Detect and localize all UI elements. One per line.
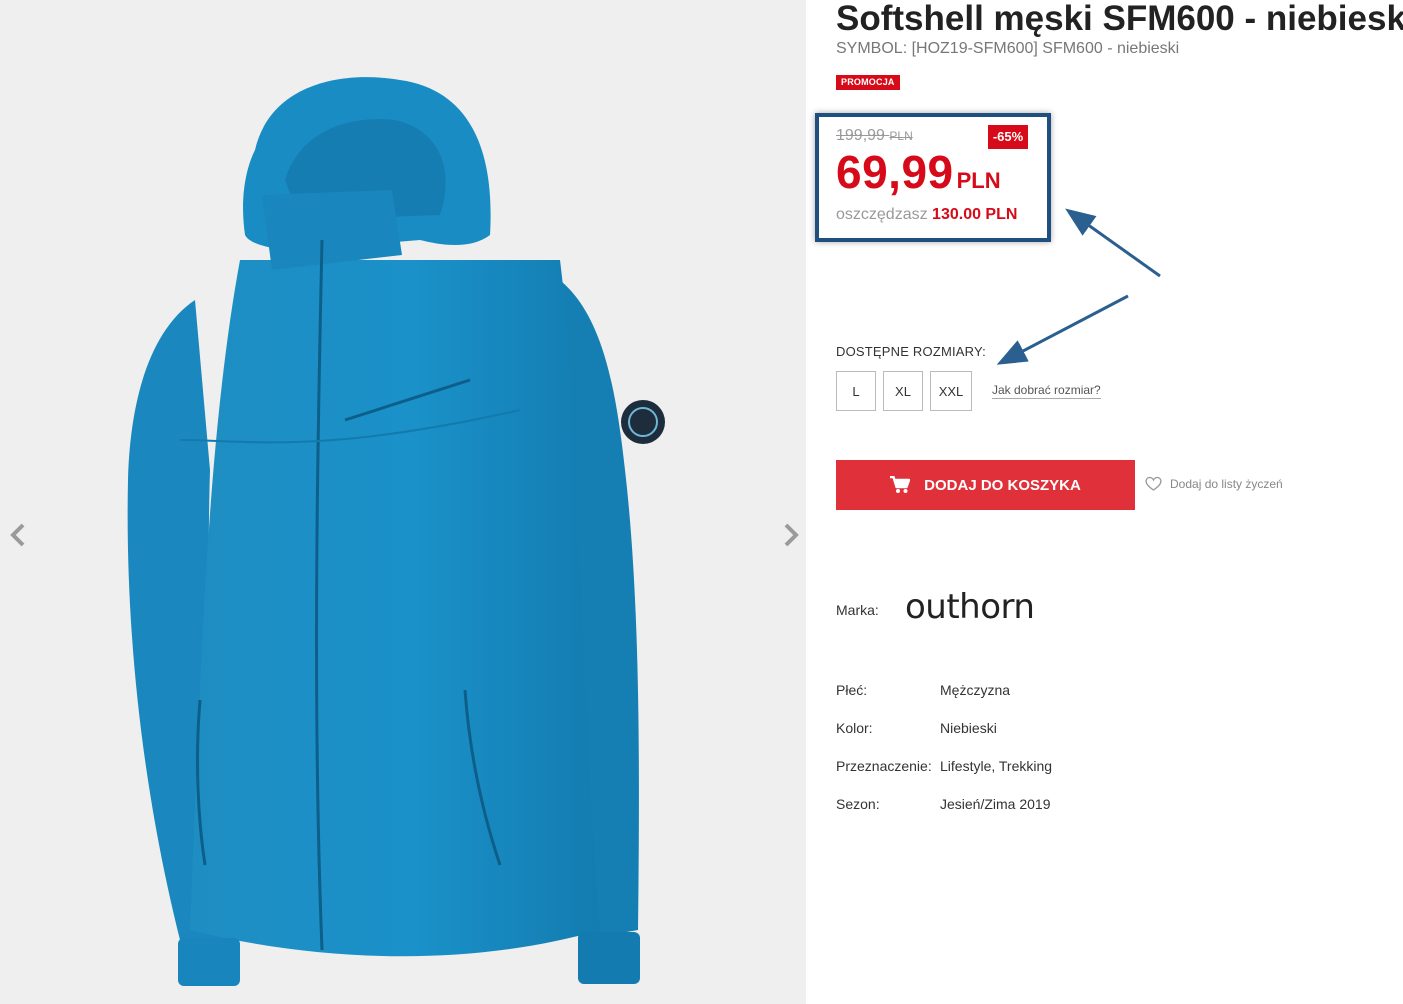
old-price-currency: PLN (889, 129, 913, 143)
savings-text: oszczędzasz 130.00 PLN (836, 206, 1017, 224)
size-option-xxl[interactable]: XXL (930, 371, 972, 411)
product-title: Softshell męski SFM600 - niebieski (836, 0, 1403, 38)
gallery-next-button[interactable] (776, 520, 806, 550)
attr-purpose-value: Lifestyle, Trekking (940, 758, 1053, 774)
attr-purpose-key: Przeznaczenie: (836, 758, 932, 774)
chevron-right-icon (784, 523, 799, 547)
attr-season-key: Sezon: (836, 796, 880, 812)
attr-color-key: Kolor: (836, 720, 873, 736)
chevron-left-icon (10, 523, 25, 547)
size-option-l[interactable]: L (836, 371, 876, 411)
heart-icon (1145, 476, 1162, 491)
annotation-arrow-sizes (996, 294, 1129, 365)
promo-badge: PROMOCJA (836, 75, 900, 90)
wishlist-label: Dodaj do listy życzeń (1170, 476, 1283, 491)
new-price-value: 69,99 (836, 146, 954, 198)
new-price-currency: PLN (956, 168, 1001, 193)
annotation-arrow-price (1065, 208, 1161, 278)
brand-label: Marka: (836, 602, 879, 618)
product-symbol: SYMBOL: [HOZ19-SFM600] SFM600 - niebiesk… (836, 40, 1180, 57)
attr-gender-key: Płeć: (836, 682, 868, 698)
sizes-label: DOSTĘPNE ROZMIARY: (836, 344, 986, 359)
cart-icon (890, 476, 911, 493)
brand-logo[interactable]: outhorn (905, 587, 1035, 627)
gallery-prev-button[interactable] (3, 520, 33, 550)
wishlist-link[interactable]: Dodaj do listy życzeń (1145, 476, 1283, 491)
product-jacket-image (127, 77, 665, 986)
add-to-cart-label: DODAJ DO KOSZYKA (924, 476, 1081, 494)
size-option-xl[interactable]: XL (883, 371, 923, 411)
product-gallery (0, 0, 806, 1004)
add-to-cart-button[interactable]: DODAJ DO KOSZYKA (836, 460, 1135, 510)
savings-amount: 130.00 PLN (932, 206, 1018, 223)
size-guide-link[interactable]: Jak dobrać rozmiar? (992, 383, 1101, 399)
savings-label: oszczędzasz (836, 206, 928, 223)
old-price-value: 199,99 (836, 127, 885, 144)
new-price: 69,99 PLN (836, 145, 1001, 199)
attr-color-value: Niebieski (940, 720, 997, 736)
old-price: 199,99 PLN (836, 127, 913, 145)
attr-season-value: Jesień/Zima 2019 (940, 796, 1051, 812)
attr-gender-value: Mężczyzna (940, 682, 1011, 698)
